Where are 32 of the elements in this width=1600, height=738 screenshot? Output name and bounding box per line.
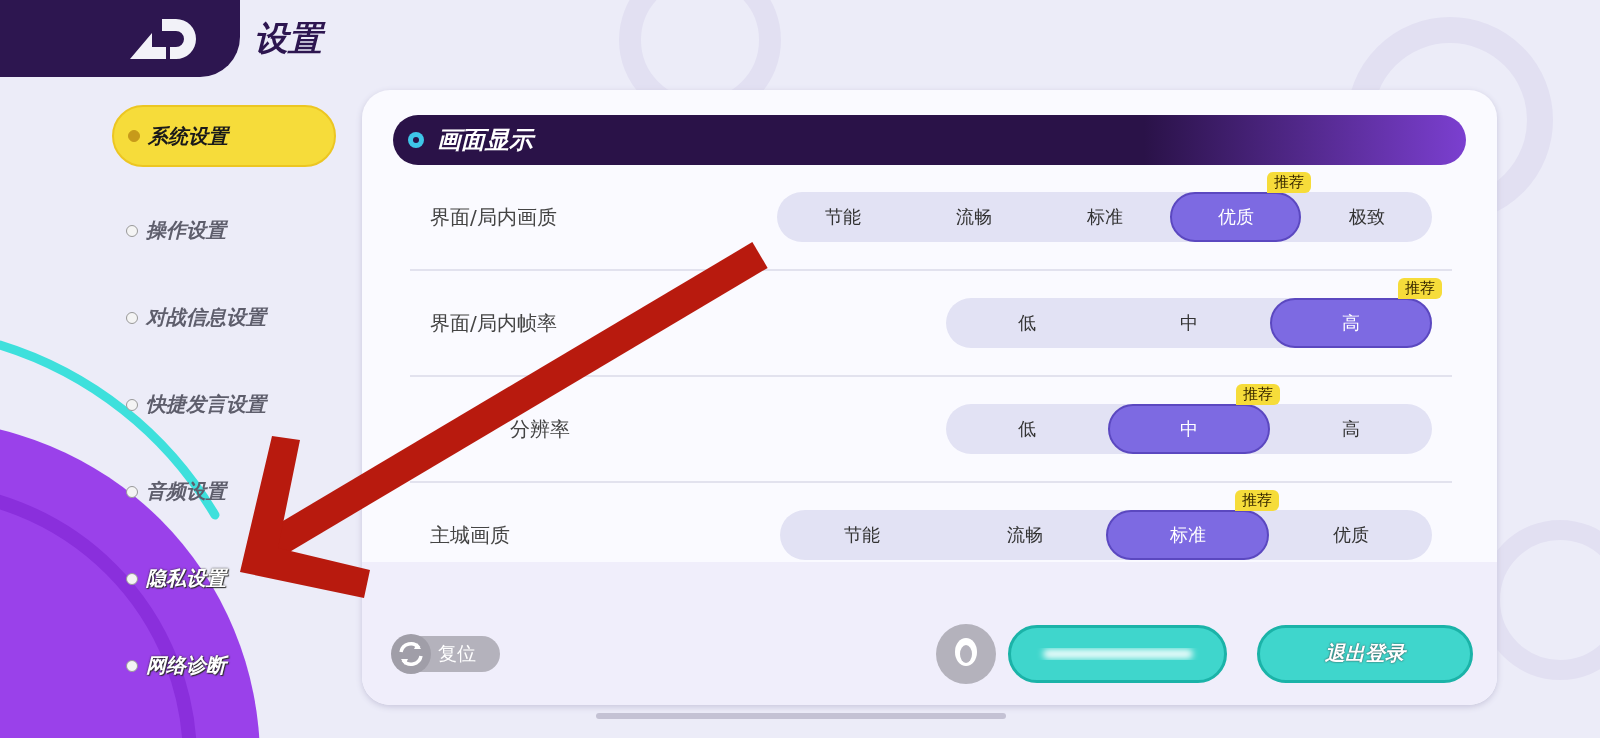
option-button[interactable]: 标准 bbox=[1106, 510, 1269, 560]
option-button[interactable]: 低 bbox=[946, 404, 1108, 454]
setting-label: 界面/局内帧率 bbox=[430, 309, 557, 337]
option-button[interactable]: 中 bbox=[1108, 404, 1270, 454]
option-button[interactable]: 流畅 bbox=[908, 192, 1039, 242]
sidebar-item[interactable]: 隐私设置 bbox=[112, 535, 362, 622]
refresh-icon bbox=[390, 632, 432, 675]
recommended-badge: 推荐 bbox=[1235, 490, 1279, 511]
sidebar-item[interactable]: 操作设置 bbox=[112, 187, 362, 274]
sidebar-item[interactable]: 对战信息设置 bbox=[112, 274, 362, 361]
option-button[interactable]: 高 bbox=[1270, 404, 1432, 454]
option-button[interactable]: 高 bbox=[1270, 298, 1432, 348]
sidebar-item[interactable]: 系统设置 bbox=[112, 105, 336, 167]
option-button[interactable]: 标准 bbox=[1039, 192, 1170, 242]
setting-label: 主城画质 bbox=[430, 521, 510, 549]
option-button[interactable]: 流畅 bbox=[943, 510, 1106, 560]
setting-label: 界面/局内画质 bbox=[430, 203, 557, 231]
recommended-badge: 推荐 bbox=[1236, 384, 1280, 405]
option-button[interactable]: 优质 bbox=[1269, 510, 1432, 560]
ball-icon bbox=[407, 131, 425, 149]
setting-label: 分辨率 bbox=[509, 415, 570, 443]
sidebar-item[interactable]: 快捷发言设置 bbox=[112, 361, 362, 448]
sidebar-item[interactable]: 网络诊断 bbox=[112, 622, 362, 709]
option-button[interactable]: 优质 bbox=[1170, 192, 1301, 242]
option-button[interactable]: 节能 bbox=[780, 510, 943, 560]
option-button[interactable]: 中 bbox=[1108, 298, 1270, 348]
option-button[interactable]: 极致 bbox=[1301, 192, 1432, 242]
option-button[interactable]: 节能 bbox=[777, 192, 908, 242]
recommended-badge: 推荐 bbox=[1398, 278, 1442, 299]
recommended-badge: 推荐 bbox=[1267, 172, 1311, 193]
option-button[interactable]: 低 bbox=[946, 298, 1108, 348]
blurred-button[interactable] bbox=[1008, 624, 1227, 683]
